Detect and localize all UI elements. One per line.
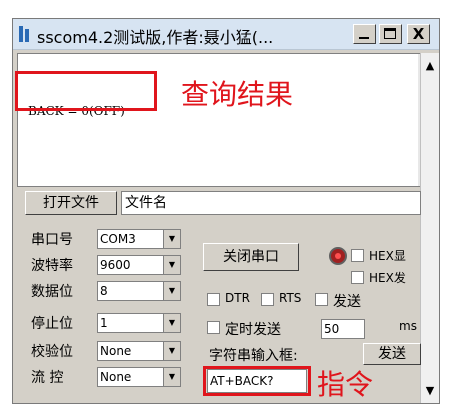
- sscom-window: sscom4.2测试版,作者:聂小猛(... X BACK = 0(OFF) ▲…: [12, 18, 440, 404]
- minimize-icon: [359, 37, 369, 39]
- maximize-icon: [384, 28, 396, 39]
- hex-display-label: HEX显: [369, 249, 406, 263]
- minimize-button[interactable]: [353, 24, 376, 44]
- rts-label: RTS: [279, 291, 302, 305]
- flow-value: None: [100, 370, 132, 384]
- send-button[interactable]: 发送: [363, 343, 421, 365]
- flow-select[interactable]: None ▼: [97, 367, 181, 387]
- interval-input[interactable]: 50: [321, 319, 365, 339]
- baud-select[interactable]: 9600 ▼: [97, 255, 181, 275]
- app-icon: [19, 26, 33, 42]
- window-scroll-up-icon[interactable]: ▲: [421, 59, 439, 72]
- hex-send-label: HEX发: [369, 271, 406, 285]
- timed-send-label: 定时发送: [225, 322, 281, 338]
- port-select[interactable]: COM3 ▼: [97, 229, 181, 249]
- port-dropdown-icon[interactable]: ▼: [163, 230, 180, 248]
- result-highlight-box: [15, 71, 157, 111]
- parity-dropdown-icon[interactable]: ▼: [163, 342, 180, 360]
- parity-label: 校验位: [31, 344, 73, 360]
- stopbits-label: 停止位: [31, 316, 73, 332]
- stopbits-select[interactable]: 1 ▼: [97, 313, 181, 333]
- stopbits-dropdown-icon[interactable]: ▼: [163, 314, 180, 332]
- databits-value: 8: [100, 284, 108, 298]
- baud-value: 9600: [100, 258, 131, 272]
- parity-value: None: [100, 344, 132, 358]
- parity-select[interactable]: None ▼: [97, 341, 181, 361]
- databits-select[interactable]: 8 ▼: [97, 281, 181, 301]
- port-status-led-icon: [329, 247, 347, 265]
- open-file-button[interactable]: 打开文件: [25, 191, 117, 215]
- command-annotation: 指令: [317, 368, 374, 401]
- result-annotation: 查询结果: [181, 78, 294, 111]
- rts-checkbox[interactable]: [261, 293, 274, 306]
- send-newline-label: 发送: [333, 294, 361, 310]
- file-bar: 打开文件 文件名: [17, 191, 421, 215]
- settings-panel: 串口号 COM3 ▼ 波特率 9600 ▼ 数据位 8 ▼ 停止位 1 ▼ 校验…: [17, 219, 437, 403]
- maximize-button[interactable]: [379, 24, 402, 44]
- dtr-checkbox[interactable]: [207, 293, 220, 306]
- send-newline-checkbox[interactable]: [315, 293, 328, 306]
- databits-label: 数据位: [31, 284, 73, 300]
- close-button[interactable]: X: [407, 24, 430, 44]
- title-bar[interactable]: sscom4.2测试版,作者:聂小猛(... X: [13, 19, 439, 50]
- window-title: sscom4.2测试版,作者:聂小猛(...: [37, 28, 274, 47]
- hex-send-checkbox[interactable]: [351, 271, 364, 284]
- port-label: 串口号: [31, 232, 73, 248]
- databits-dropdown-icon[interactable]: ▼: [163, 282, 180, 300]
- interval-unit: ms: [399, 319, 417, 333]
- port-value: COM3: [100, 232, 136, 246]
- filename-field[interactable]: 文件名: [121, 191, 421, 215]
- stopbits-value: 1: [100, 316, 108, 330]
- dtr-label: DTR: [225, 291, 250, 305]
- command-highlight-box: [203, 366, 311, 396]
- flow-label: 流 控: [31, 370, 64, 386]
- flow-dropdown-icon[interactable]: ▼: [163, 368, 180, 386]
- hex-display-checkbox[interactable]: [351, 249, 364, 262]
- string-input-label: 字符串输入框:: [209, 348, 298, 364]
- baud-label: 波特率: [31, 258, 73, 274]
- close-port-button[interactable]: 关闭串口: [203, 243, 299, 271]
- baud-dropdown-icon[interactable]: ▼: [163, 256, 180, 274]
- timed-send-checkbox[interactable]: [207, 321, 220, 334]
